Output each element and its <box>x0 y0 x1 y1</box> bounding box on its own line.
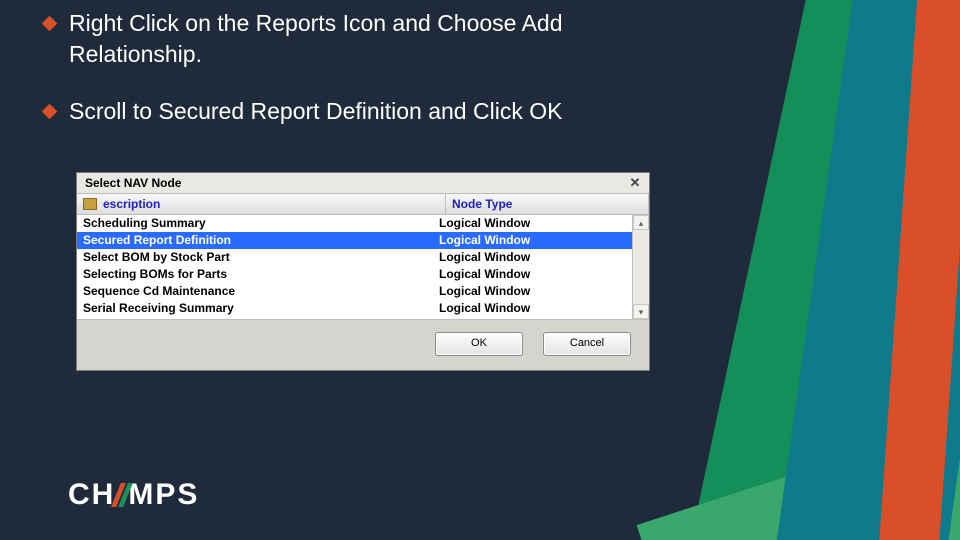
ok-button[interactable]: OK <box>435 332 523 356</box>
table-row-selected[interactable]: Secured Report Definition Logical Window <box>77 232 649 249</box>
column-icon <box>83 198 97 210</box>
column-header-label: escription <box>103 197 160 211</box>
cell-node-type: Logical Window <box>433 283 633 300</box>
slide: Right Click on the Reports Icon and Choo… <box>0 0 960 540</box>
bullet-text: Right Click on the Reports Icon and Choo… <box>69 8 700 70</box>
scroll-down-icon[interactable]: ▾ <box>633 304 649 319</box>
logo-text-left: CH <box>68 478 115 512</box>
cell-description: Selecting BOMs for Parts <box>77 266 433 283</box>
bullet-icon <box>42 16 58 32</box>
cell-node-type: Logical Window <box>433 266 633 283</box>
table-row[interactable]: Selecting BOMs for Parts Logical Window <box>77 266 649 283</box>
cell-description: Serial Receiving Summary <box>77 300 433 317</box>
grid-body: Scheduling Summary Logical Window Secure… <box>77 215 649 319</box>
dialog-title-text: Select NAV Node <box>85 176 181 190</box>
cell-description: Secured Report Definition <box>77 232 433 249</box>
table-row[interactable]: Serial Receiving Summary Logical Window <box>77 300 649 317</box>
table-row[interactable]: Scheduling Summary Logical Window <box>77 215 649 232</box>
scroll-up-icon[interactable]: ▴ <box>633 215 649 230</box>
select-nav-node-dialog: Select NAV Node ✕ escription Node Type S… <box>76 172 650 371</box>
vertical-scrollbar[interactable]: ▴ ▾ <box>632 215 649 319</box>
logo-text-right: MPS <box>128 478 199 512</box>
table-row[interactable]: Select BOM by Stock Part Logical Window <box>77 249 649 266</box>
cell-node-type: Logical Window <box>433 300 633 317</box>
champs-logo: CH MPS <box>68 478 199 512</box>
cell-node-type: Logical Window <box>433 249 633 266</box>
column-header-description[interactable]: escription <box>77 194 446 214</box>
slide-body: Right Click on the Reports Icon and Choo… <box>44 6 700 153</box>
table-row[interactable]: Sequence Cd Maintenance Logical Window <box>77 283 649 300</box>
bullet-text: Scroll to Secured Report Definition and … <box>69 96 562 127</box>
dialog-titlebar[interactable]: Select NAV Node ✕ <box>77 173 649 193</box>
cell-description: Select BOM by Stock Part <box>77 249 433 266</box>
bullet-item: Right Click on the Reports Icon and Choo… <box>44 8 700 70</box>
cell-node-type: Logical Window <box>433 232 633 249</box>
column-header-node-type[interactable]: Node Type <box>446 194 649 214</box>
cell-description: Scheduling Summary <box>77 215 433 232</box>
grid-header: escription Node Type <box>77 193 649 215</box>
dialog-button-row: OK Cancel <box>77 319 649 370</box>
logo-slash-icon <box>113 483 130 507</box>
bullet-icon <box>42 104 58 120</box>
bullet-item: Scroll to Secured Report Definition and … <box>44 96 700 127</box>
cell-node-type: Logical Window <box>433 215 633 232</box>
close-icon[interactable]: ✕ <box>627 176 643 190</box>
cancel-button[interactable]: Cancel <box>543 332 631 356</box>
cell-description: Sequence Cd Maintenance <box>77 283 433 300</box>
